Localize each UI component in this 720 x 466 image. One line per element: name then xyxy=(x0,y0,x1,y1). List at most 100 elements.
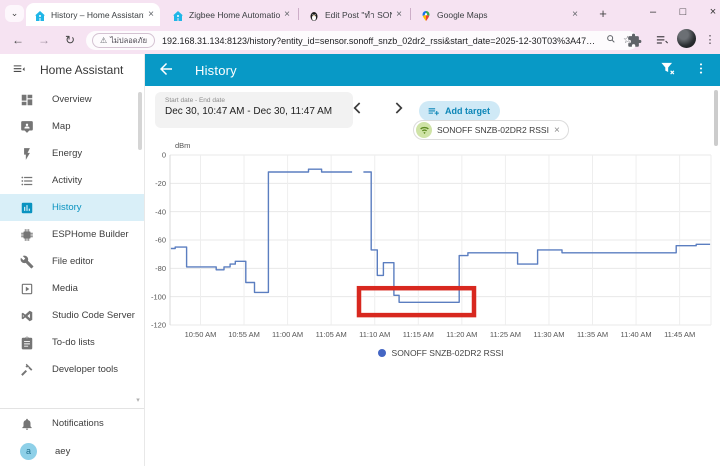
date-range-value: Dec 30, 10:47 AM - Dec 30, 11:47 AM xyxy=(165,106,333,117)
url-text: 192.168.31.134:8123/history?entity_id=se… xyxy=(161,35,600,46)
studio-code-icon xyxy=(20,309,34,323)
sidebar-item-label: Energy xyxy=(52,148,83,159)
x-tick-label: 11:25 AM xyxy=(490,330,521,339)
sidebar-item-label: Activity xyxy=(52,175,83,186)
target-chip[interactable]: SONOFF SNZB-02DR2 RSSI × xyxy=(413,120,569,140)
chip-close-icon[interactable]: × xyxy=(554,125,560,136)
security-chip-label: ไม่ปลอดภัย xyxy=(110,35,147,45)
date-range-picker[interactable]: Start date - End date Dec 30, 10:47 AM -… xyxy=(155,92,353,128)
window-minimize-button[interactable]: – xyxy=(638,0,668,24)
browser-tab[interactable]: Zigbee Home Automation - × xyxy=(164,3,296,26)
tab-title: Google Maps xyxy=(437,9,488,20)
view-dashboard-icon xyxy=(20,93,34,107)
x-tick-label: 11:15 AM xyxy=(403,330,434,339)
sidebar-item-history[interactable]: History xyxy=(0,194,144,221)
main-scrollbar[interactable] xyxy=(714,90,718,146)
extensions-icon[interactable] xyxy=(624,30,644,50)
rssi-line xyxy=(170,168,353,294)
legend-label: SONOFF SNZB-02DR2 RSSI xyxy=(391,348,504,358)
browser-tab[interactable]: Google Maps × xyxy=(412,3,584,26)
url-bar[interactable]: ⚠ ไม่ปลอดภัย 192.168.31.134:8123/history… xyxy=(86,31,638,50)
new-tab-button[interactable]: + xyxy=(593,4,613,24)
sidebar-item-map[interactable]: Map xyxy=(0,113,144,140)
window-close-button[interactable]: × xyxy=(698,0,720,24)
sidebar-scrollbar[interactable] xyxy=(138,92,142,150)
x-tick-label: 11:40 AM xyxy=(621,330,652,339)
y-tick-label: 0 xyxy=(162,151,166,160)
sidebar-item-studio-code-server[interactable]: Studio Code Server xyxy=(0,302,144,329)
sidebar-item-user[interactable]: a aey xyxy=(0,438,144,465)
y-tick-label: -40 xyxy=(155,207,166,216)
x-tick-label: 11:05 AM xyxy=(316,330,347,339)
sidebar-item-label: Studio Code Server xyxy=(52,310,135,321)
zoom-search-icon[interactable] xyxy=(606,34,616,47)
esphome-icon xyxy=(20,228,34,242)
sidebar-item-energy[interactable]: Energy xyxy=(0,140,144,167)
tab-close-icon[interactable]: × xyxy=(396,9,402,20)
main-content: Start date - End date Dec 30, 10:47 AM -… xyxy=(145,86,720,466)
browser-forward-button[interactable]: → xyxy=(34,30,54,50)
remove-filter-icon[interactable] xyxy=(660,60,680,80)
browser-back-button[interactable]: ← xyxy=(8,30,28,50)
back-button[interactable] xyxy=(157,60,177,80)
activity-icon xyxy=(20,174,34,188)
sidebar-item-file-editor[interactable]: File editor xyxy=(0,248,144,275)
sidebar-scroll-arrow-icon[interactable]: ▾ xyxy=(133,396,143,406)
sidebar-divider xyxy=(0,408,144,409)
x-tick-label: 11:00 AM xyxy=(272,330,303,339)
sidebar-item-developer-tools[interactable]: Developer tools xyxy=(0,356,144,383)
sidebar-item-media[interactable]: Media xyxy=(0,275,144,302)
history-chart[interactable]: 0 -20 -40 -60 -80 -100 -120 10:50 AM 10:55 AM 11:… xyxy=(145,138,720,352)
add-target-button[interactable]: Add target xyxy=(419,101,500,121)
sidebar-item-esphome-builder[interactable]: ESPHome Builder xyxy=(0,221,144,248)
legend-dot xyxy=(377,349,386,357)
tab-close-icon[interactable]: × xyxy=(284,9,290,20)
tab-divider xyxy=(298,8,299,20)
sidebar-item-label: Overview xyxy=(52,94,92,105)
y-tick-label: -20 xyxy=(155,179,166,188)
browser-tab[interactable]: History – Home Assistant × xyxy=(26,3,160,26)
home-assistant-favicon-icon xyxy=(34,9,46,21)
browser-tab[interactable]: Edit Post "ทำ SONOFF Dong × xyxy=(300,3,408,26)
window-maximize-button[interactable]: □ xyxy=(668,0,698,24)
bell-icon xyxy=(20,417,34,431)
x-tick-label: 11:10 AM xyxy=(359,330,390,339)
next-period-button[interactable] xyxy=(388,98,410,120)
y-tick-label: -60 xyxy=(155,236,166,245)
browser-tab-strip: ⌄ History – Home Assistant × Zigbee Home A… xyxy=(0,0,720,26)
browser-reload-button[interactable]: ↻ xyxy=(60,30,80,50)
y-tick-label: -80 xyxy=(155,264,166,273)
chart-svg: 0 -20 -40 -60 -80 -100 -120 10:50 AM 10:55 AM 11:… xyxy=(151,141,712,339)
developer-tools-icon xyxy=(20,363,34,377)
tab-close-icon[interactable]: × xyxy=(148,9,154,20)
sidebar-item-label: Media xyxy=(52,283,78,294)
tab-title: Edit Post "ทำ SONOFF Dong xyxy=(325,9,392,20)
sidebar-item-overview[interactable]: Overview xyxy=(0,86,144,113)
sidebar-header: Home Assistant xyxy=(0,54,144,86)
y-axis-unit-label: dBm xyxy=(175,141,190,150)
chart-legend[interactable]: SONOFF SNZB-02DR2 RSSI xyxy=(170,346,711,360)
x-tick-label: 11:35 AM xyxy=(577,330,608,339)
y-tick-label: -100 xyxy=(151,292,166,301)
overflow-menu-icon[interactable] xyxy=(694,60,706,80)
side-panel-icon[interactable] xyxy=(652,30,672,50)
tab-search-button[interactable]: ⌄ xyxy=(5,5,24,22)
security-chip[interactable]: ⚠ ไม่ปลอดภัย xyxy=(92,33,155,48)
google-maps-favicon-icon xyxy=(420,9,432,21)
browser-menu-icon[interactable]: ⋮ xyxy=(703,30,717,50)
tab-close-icon[interactable]: × xyxy=(572,9,578,20)
profile-avatar[interactable] xyxy=(677,29,696,48)
energy-icon xyxy=(20,147,34,161)
user-avatar: a xyxy=(20,443,37,460)
sidebar-item-activity[interactable]: Activity xyxy=(0,167,144,194)
previous-period-button[interactable] xyxy=(348,98,370,120)
target-chip-label: SONOFF SNZB-02DR2 RSSI xyxy=(437,125,549,135)
sidebar-item-label: Map xyxy=(52,121,71,132)
media-icon xyxy=(20,282,34,296)
app-header: History xyxy=(145,54,720,86)
sidebar-item-to-do-lists[interactable]: To-do lists xyxy=(0,329,144,356)
user-name: aey xyxy=(55,446,71,457)
sidebar-item-notifications[interactable]: Notifications xyxy=(0,410,144,437)
sidebar-toggle-icon[interactable] xyxy=(12,62,28,78)
sidebar-item-label: To-do lists xyxy=(52,337,95,348)
